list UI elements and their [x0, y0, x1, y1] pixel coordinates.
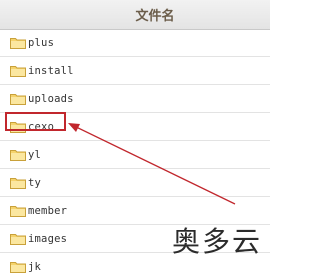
folder-icon	[10, 66, 26, 77]
file-row-install[interactable]: install	[0, 57, 270, 85]
file-row-cexo[interactable]: cexo	[0, 113, 270, 141]
folder-icon	[10, 262, 26, 273]
file-name-header-label: 文件名	[135, 9, 175, 24]
folder-icon	[10, 122, 26, 133]
file-name-column-header[interactable]: 文件名	[0, 0, 270, 30]
file-name[interactable]: yl	[28, 149, 41, 161]
folder-icon	[10, 178, 26, 189]
file-name[interactable]: images	[28, 233, 67, 245]
file-name[interactable]: plus	[28, 37, 54, 49]
file-name[interactable]: jk	[28, 261, 41, 273]
file-row-ty[interactable]: ty	[0, 169, 270, 197]
folder-icon	[10, 94, 26, 105]
file-name[interactable]: uploads	[28, 93, 74, 105]
file-row-uploads[interactable]: uploads	[0, 85, 270, 113]
file-row-plus[interactable]: plus	[0, 29, 270, 57]
file-row-yl[interactable]: yl	[0, 141, 270, 169]
watermark-logo: 奥多云	[171, 225, 262, 258]
file-name[interactable]: install	[28, 65, 74, 77]
file-name[interactable]: ty	[28, 177, 41, 189]
folder-icon	[10, 38, 26, 49]
folder-icon	[10, 206, 26, 217]
file-name[interactable]: member	[28, 205, 67, 217]
folder-icon	[10, 234, 26, 245]
file-name[interactable]: cexo	[28, 121, 54, 133]
folder-icon	[10, 150, 26, 161]
